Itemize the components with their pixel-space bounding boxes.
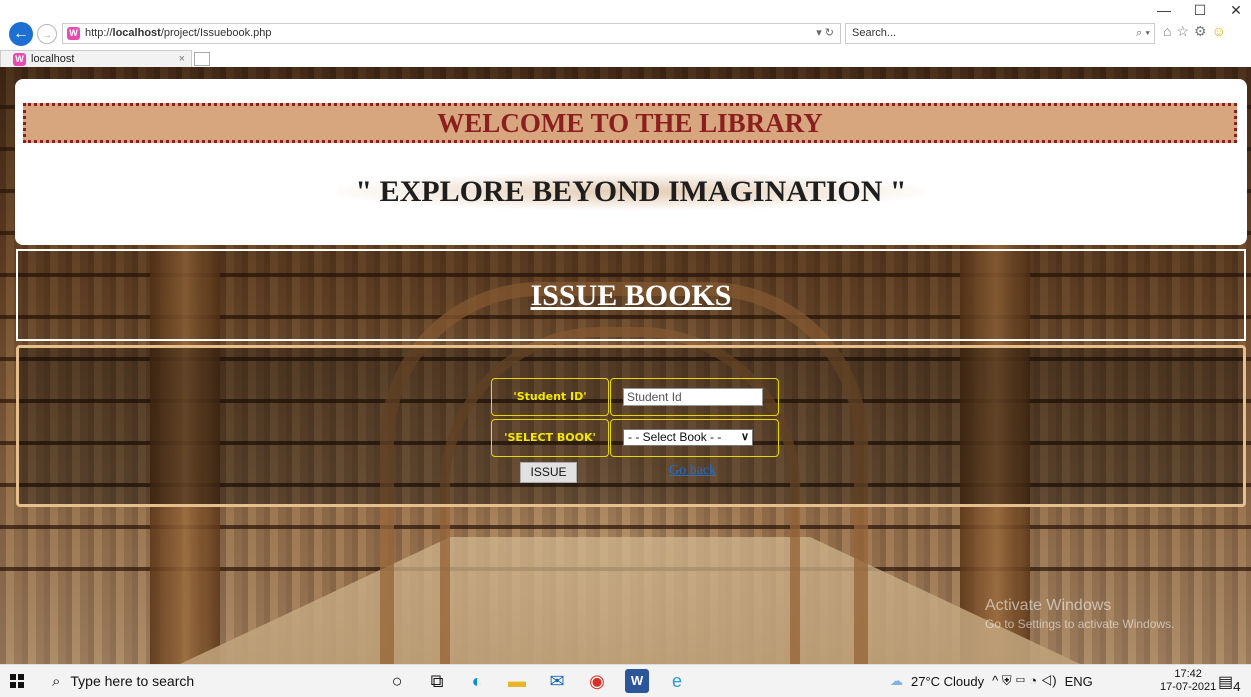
back-button[interactable]: ← — [9, 22, 33, 46]
go-back-link[interactable]: Go back — [669, 463, 716, 479]
taskbar-search[interactable]: ⌕ Type here to search — [38, 665, 368, 697]
select-book-value: - - Select Book - - — [628, 430, 722, 444]
close-window-button[interactable]: ✕ — [1229, 2, 1243, 19]
notification-center-icon[interactable]: ▤4 — [1218, 672, 1241, 694]
refresh-icon[interactable]: ▾ ↻ — [816, 24, 834, 43]
url-host: localhost — [112, 27, 161, 39]
feedback-smiley-icon[interactable]: ☺ — [1212, 23, 1226, 40]
url-prefix: http:// — [85, 27, 113, 39]
page-content: WELCOME TO THE LIBRARY " EXPLORE BEYOND … — [0, 67, 1251, 664]
activate-windows-watermark: Activate Windows Go to Settings to activ… — [985, 597, 1174, 631]
windows-start-icon[interactable] — [10, 674, 24, 688]
student-id-cell: Student Id — [610, 378, 779, 416]
file-explorer-icon[interactable]: ▬ — [505, 669, 529, 693]
browser-chrome: — ☐ ✕ ← → W http://localhost/project/Iss… — [0, 0, 1251, 67]
chrome-icon[interactable]: ◉ — [585, 669, 609, 693]
site-favicon-icon: W — [67, 27, 80, 40]
student-id-input[interactable]: Student Id — [623, 388, 763, 406]
page-title: ISSUE BOOKS — [530, 279, 732, 312]
select-book-dropdown[interactable]: - - Select Book - - ∨ — [623, 429, 753, 446]
tagline-text: " EXPLORE BEYOND IMAGINATION " — [337, 173, 925, 210]
tab-close-icon[interactable]: × — [179, 51, 185, 68]
taskbar: ⌕ Type here to search ○ ⧉ ◐ ▬ ✉ ◉ W e ☁ … — [0, 664, 1251, 697]
weather-text[interactable]: 27°C Cloudy — [911, 674, 984, 689]
select-book-cell: - - Select Book - - ∨ — [610, 419, 779, 457]
toolbar-icons: ⌂ ☆ ⚙ ☺ — [1163, 23, 1226, 40]
favorites-star-icon[interactable]: ☆ — [1176, 23, 1189, 40]
tagline: " EXPLORE BEYOND IMAGINATION " — [15, 173, 1247, 210]
internet-explorer-icon[interactable]: e — [665, 669, 689, 693]
forward-button[interactable]: → — [37, 24, 57, 44]
url-path: /project/Issuebook.php — [160, 27, 272, 39]
system-tray: ☁ 27°C Cloudy ^ ⛨ ▭ ◔ ◁) ENG — [890, 665, 1093, 697]
restore-button[interactable]: ☐ — [1193, 2, 1207, 19]
weather-icon: ☁ — [890, 673, 903, 688]
edge-icon[interactable]: ◐ — [465, 669, 489, 693]
address-bar[interactable]: W http://localhost/project/Issuebook.php… — [62, 23, 841, 44]
search-icon: ⌕ — [52, 672, 61, 690]
new-tab-button[interactable] — [194, 52, 210, 66]
clock-date: 17-07-2021 — [1160, 681, 1217, 693]
word-icon[interactable]: W — [625, 669, 649, 693]
notification-count: 4 — [1233, 679, 1241, 695]
watermark-subtitle: Go to Settings to activate Windows. — [985, 617, 1175, 631]
clock-time: 17:42 — [1174, 668, 1202, 680]
taskbar-apps: ○ ⧉ ◐ ▬ ✉ ◉ W e — [385, 669, 689, 693]
language-indicator[interactable]: ENG — [1065, 674, 1093, 689]
search-icon[interactable]: ⌕ ▾ — [1136, 24, 1150, 43]
settings-gear-icon[interactable]: ⚙ — [1194, 23, 1207, 40]
browser-search-input[interactable]: Search... ⌕ ▾ — [845, 23, 1155, 44]
minimize-button[interactable]: — — [1157, 2, 1171, 19]
search-placeholder: Search... — [852, 27, 897, 39]
cortana-icon[interactable]: ○ — [385, 669, 409, 693]
home-icon[interactable]: ⌂ — [1163, 23, 1171, 40]
issue-button[interactable]: ISSUE — [520, 462, 577, 483]
taskbar-search-text: Type here to search — [70, 673, 195, 689]
page-title-box: ISSUE BOOKS — [16, 249, 1246, 341]
tab-label: localhost — [31, 52, 75, 65]
tray-icons[interactable]: ^ ⛨ ▭ ◔ ◁) — [992, 673, 1056, 689]
welcome-banner: WELCOME TO THE LIBRARY — [23, 103, 1237, 143]
window-controls: — ☐ ✕ — [1157, 2, 1243, 19]
taskbar-clock[interactable]: 17:42 17-07-2021 — [1160, 668, 1216, 694]
tab-favicon-icon: W — [13, 52, 26, 66]
header-card: WELCOME TO THE LIBRARY " EXPLORE BEYOND … — [15, 79, 1247, 245]
student-id-label: 'Student ID' — [491, 378, 609, 416]
task-view-icon[interactable]: ⧉ — [425, 669, 449, 693]
chevron-down-icon: ∨ — [740, 431, 749, 443]
browser-tab[interactable]: W localhost × — [0, 50, 192, 67]
watermark-title: Activate Windows — [985, 597, 1112, 614]
mail-icon[interactable]: ✉ — [545, 669, 569, 693]
select-book-label: 'SELECT BOOK' — [491, 419, 609, 457]
issue-form: 'Student ID' Student Id 'SELECT BOOK' - … — [16, 345, 1246, 507]
